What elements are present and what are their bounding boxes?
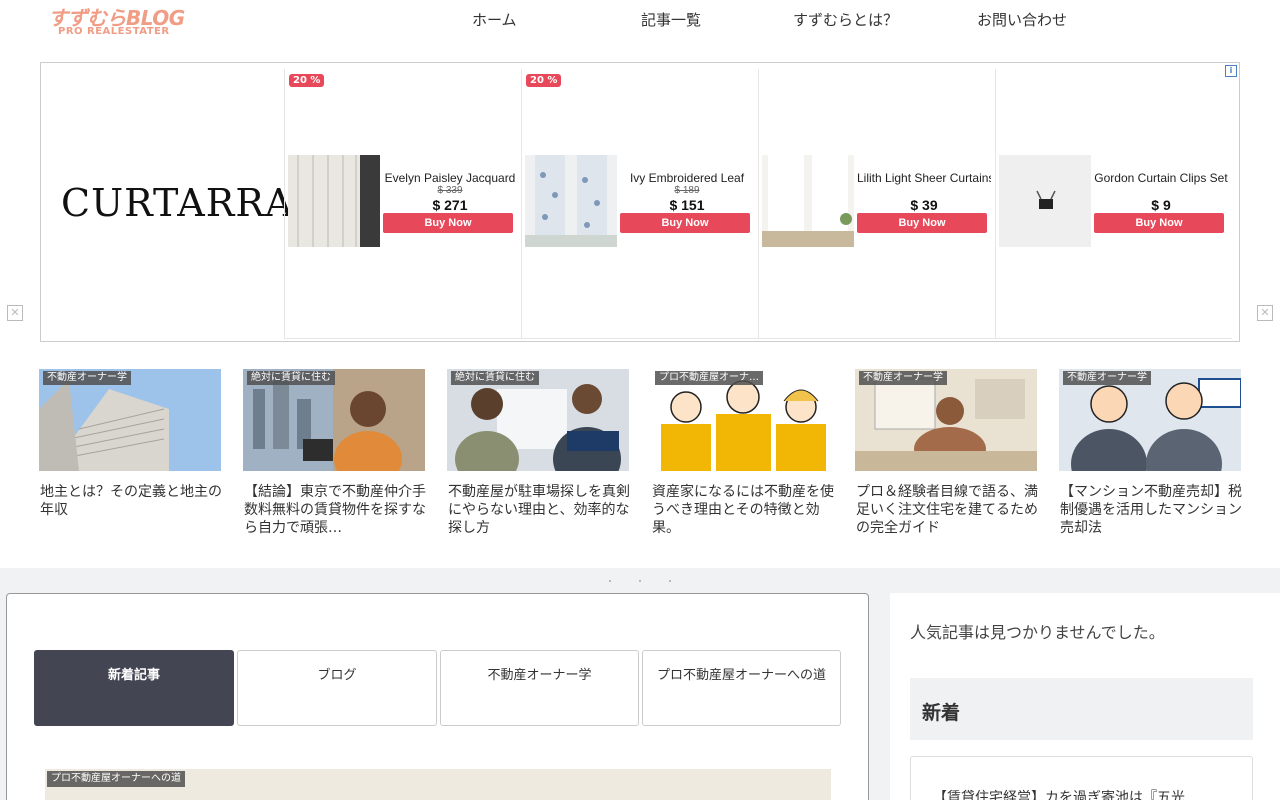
article-title[interactable]: 資産家になるには不動産を使うべき理由とその特徴と効果。 [652, 483, 834, 537]
nav-home[interactable]: ホーム [472, 9, 517, 30]
ad-product[interactable]: 20 % Evelyn Paisley Jacquard $ 339 $ 271… [284, 69, 521, 339]
tab-blog[interactable]: ブログ [237, 650, 437, 726]
tab-pro-owner-road[interactable]: プロ不動産屋オーナーへの道 [642, 650, 841, 726]
sidebar-post-title[interactable]: 【賃貸住宅経営】カを過ぎ寄池は『五光 [933, 787, 1185, 800]
article-title[interactable]: 不動産屋が駐車場探しを真剣にやらない理由と、効率的な探し方 [448, 483, 630, 537]
nav-about[interactable]: すずむらとは？ [793, 9, 898, 30]
featured-article-thumbnail[interactable]: プロ不動産屋オーナーへの道 [45, 769, 831, 800]
article-title[interactable]: 【マンション不動産売却】税制優遇を活用したマンション売却法 [1060, 483, 1242, 537]
product-name[interactable]: Ivy Embroidered Leaf [620, 171, 754, 185]
buy-now-button[interactable]: Buy Now [620, 213, 750, 233]
tab-new-articles[interactable]: 新着記事 [34, 650, 234, 726]
article-title[interactable]: 地主とは？その定義と地主の年収 [40, 483, 222, 519]
price: $ 9 [1151, 197, 1171, 213]
curtain-image[interactable] [525, 155, 617, 247]
category-label: 絶対に賃貸に住む [247, 371, 335, 385]
article-card[interactable]: 絶対に賃貸に住む 【結論】東京で不動産仲介手数料無料の賃貸物件を探すなら自力で頑… [243, 369, 426, 549]
site-logo[interactable]: すずむらBLOG PRO REALESTATER [48, 2, 198, 38]
article-card[interactable]: プロ不動産屋オーナ… 資産家になるには不動産を使うべき理由とその特徴と効果。 [651, 369, 834, 549]
article-title[interactable]: プロ＆経験者目線で語る、満足いく注文住宅を建てるための完全ガイド [856, 483, 1038, 537]
category-label: 不動産オーナー学 [859, 371, 947, 385]
ad-brand-logo[interactable]: CURTARRA [61, 181, 292, 225]
discount-badge: 20 % [289, 74, 325, 87]
main-article-panel: 新着記事 ブログ 不動産オーナー学 プロ不動産屋オーナーへの道 プロ不動産屋オー… [6, 593, 869, 800]
category-label: プロ不動産屋オーナーへの道 [47, 771, 185, 787]
ad-product[interactable]: Lilith Light Sheer Curtains $ 39 Buy Now [758, 69, 995, 339]
sidebar-post-card[interactable]: 【賃貸住宅経営】カを過ぎ寄池は『五光 [910, 756, 1253, 800]
close-icon[interactable]: ✕ [7, 305, 23, 321]
price: $ 39 [910, 197, 938, 213]
article-card[interactable]: 絶対に賃貸に住む 不動産屋が駐車場探しを真剣にやらない理由と、効率的な探し方 [447, 369, 630, 549]
ad-banner[interactable]: i CURTARRA 20 % Evelyn Paisley Jacquard … [40, 62, 1240, 342]
category-label: 不動産オーナー学 [1063, 371, 1151, 385]
old-price: $ 189 [674, 185, 700, 196]
price: $ 271 [432, 197, 468, 213]
ad-product[interactable]: Gordon Curtain Clips Set $ 9 Buy Now [995, 69, 1232, 339]
buy-now-button[interactable]: Buy Now [1094, 213, 1224, 233]
popular-empty-message: 人気記事は見つかりませんでした。 [910, 623, 1165, 642]
category-label: プロ不動産屋オーナ… [655, 371, 763, 385]
close-icon[interactable]: ✕ [1257, 305, 1273, 321]
discount-badge: 20 % [526, 74, 562, 87]
curtain-image[interactable] [762, 155, 854, 247]
new-heading-label: 新着 [922, 702, 961, 724]
category-label: 絶対に賃貸に住む [451, 371, 539, 385]
site-header: すずむらBLOG PRO REALESTATER ホーム 記事一覧 すずむらとは… [0, 0, 1280, 40]
product-name[interactable]: Lilith Light Sheer Curtains [857, 171, 991, 185]
carousel-dots[interactable] [607, 579, 677, 583]
nav-articles[interactable]: 記事一覧 [641, 9, 701, 30]
buy-now-button[interactable]: Buy Now [857, 213, 987, 233]
article-card[interactable]: 不動産オーナー学 プロ＆経験者目線で語る、満足いく注文住宅を建てるための完全ガイ… [855, 369, 1038, 549]
sidebar: 人気記事は見つかりませんでした。 新着 【賃貸住宅経営】カを過ぎ寄池は『五光 [890, 593, 1280, 800]
old-price: $ 339 [437, 185, 463, 196]
product-name[interactable]: Gordon Curtain Clips Set [1094, 171, 1228, 185]
price: $ 151 [669, 197, 705, 213]
new-posts-heading: 新着 [910, 678, 1253, 740]
nav-contact[interactable]: お問い合わせ [977, 9, 1067, 30]
curtain-image[interactable] [288, 155, 380, 247]
curtain-clip-image[interactable] [999, 155, 1091, 247]
article-card[interactable]: 不動産オーナー学 地主とは？その定義と地主の年収 [39, 369, 222, 549]
article-card[interactable]: 不動産オーナー学 【マンション不動産売却】税制優遇を活用したマンション売却法 [1059, 369, 1242, 549]
category-label: 不動産オーナー学 [43, 371, 131, 385]
article-title[interactable]: 【結論】東京で不動産仲介手数料無料の賃貸物件を探すなら自力で頑張… [244, 483, 426, 537]
ad-product[interactable]: 20 % Ivy Embroidered Leaf $ 189 $ 151 Bu… [521, 69, 758, 339]
tab-owner-study[interactable]: 不動産オーナー学 [440, 650, 639, 726]
logo-subtitle: PRO REALESTATER [58, 26, 170, 37]
product-name[interactable]: Evelyn Paisley Jacquard [383, 171, 517, 185]
buy-now-button[interactable]: Buy Now [383, 213, 513, 233]
